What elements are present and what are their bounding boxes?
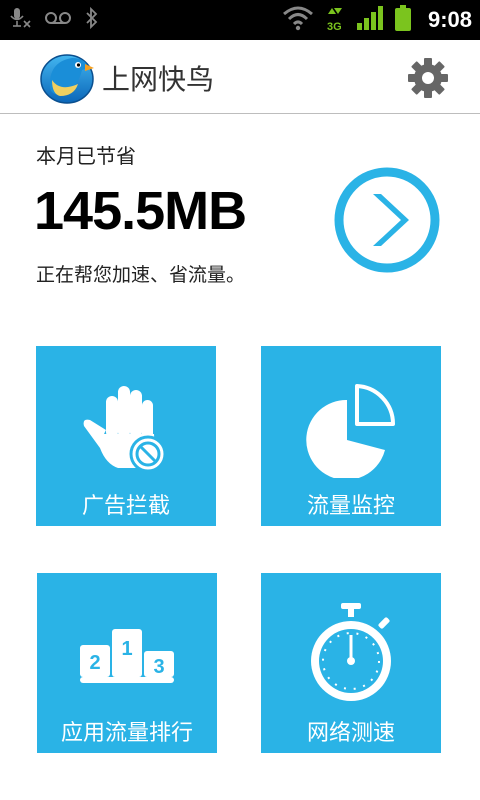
battery-icon	[394, 4, 412, 36]
status-bar: 3G 9:08	[0, 0, 480, 40]
voicemail-icon	[44, 6, 72, 34]
app-traffic-rank-tile[interactable]: 2 1 3 应用流量排行	[37, 573, 217, 753]
signal-icon	[356, 5, 384, 35]
svg-text:2: 2	[89, 652, 100, 674]
ad-block-label: 广告拦截	[81, 494, 170, 519]
details-arrow-button[interactable]	[333, 166, 441, 274]
podium-icon: 2 1 3	[77, 595, 177, 705]
stopwatch-icon	[301, 595, 401, 705]
hand-block-icon	[76, 368, 176, 478]
app-title: 上网快鸟	[102, 63, 215, 96]
ad-block-tile[interactable]: 广告拦截	[36, 346, 216, 526]
savings-value: 145.5MB	[34, 181, 247, 241]
pie-chart-icon	[301, 368, 401, 480]
status-time: 9:08	[427, 7, 472, 32]
bird-logo-icon	[38, 48, 96, 106]
savings-description: 正在帮您加速、省流量。	[36, 264, 246, 286]
svg-text:1: 1	[121, 638, 132, 660]
wifi-icon	[282, 5, 314, 35]
speed-test-label: 网络测速	[306, 721, 395, 746]
network-type-label: 3G	[327, 21, 342, 32]
app-header: 上网快鸟	[0, 40, 480, 114]
mic-muted-icon	[10, 6, 32, 34]
savings-label: 本月已节省	[36, 144, 136, 168]
gear-icon[interactable]	[406, 56, 450, 100]
chevron-right-icon	[334, 167, 440, 273]
traffic-monitor-tile[interactable]: 流量监控	[261, 346, 441, 526]
speed-test-tile[interactable]: 网络测速	[261, 573, 441, 753]
traffic-monitor-label: 流量监控	[306, 494, 395, 519]
bluetooth-icon	[84, 6, 100, 34]
data-arrows-icon: 3G	[324, 4, 346, 36]
app-traffic-rank-label: 应用流量排行	[60, 721, 193, 746]
svg-text:3: 3	[153, 656, 164, 678]
